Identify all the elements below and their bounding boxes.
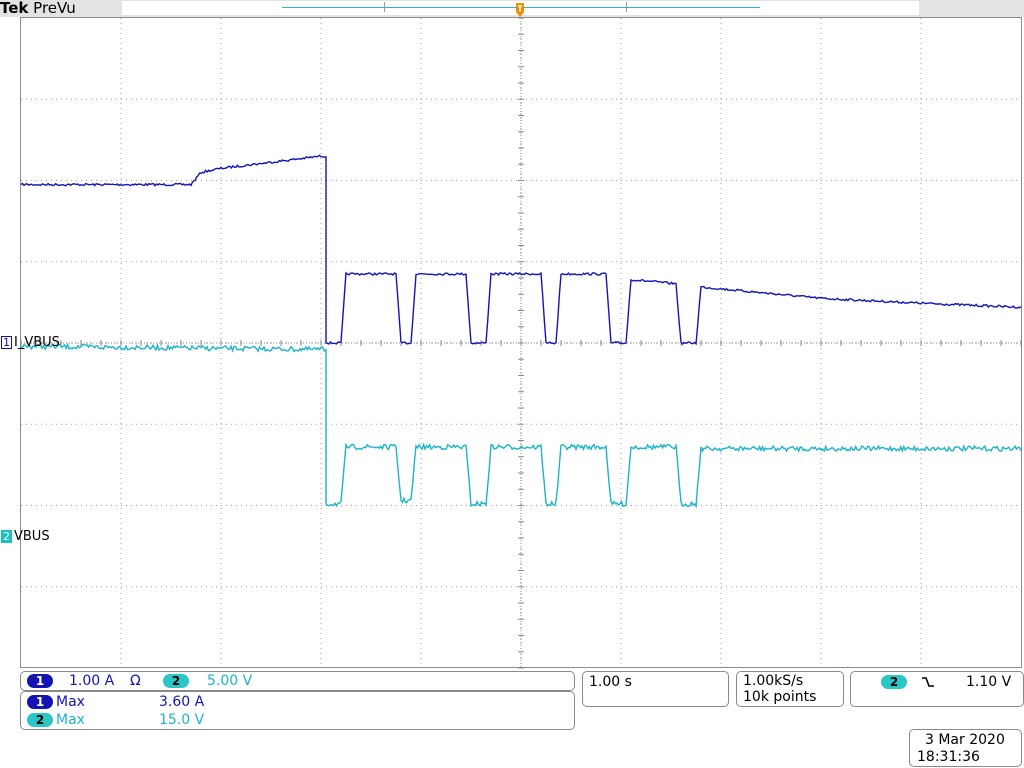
time-per-division: 1.00 s — [589, 674, 632, 690]
measurement-1-badge: 1 — [27, 695, 53, 709]
channel-1-badge: 1 — [27, 674, 53, 688]
measurement-1-name: Max — [56, 694, 85, 710]
sample-rate: 1.00kS/s — [743, 673, 804, 689]
timebase-panel[interactable]: 1.00 s — [582, 671, 729, 707]
channel-2-scale: 5.00 V — [207, 673, 253, 689]
trigger-source-badge: 2 — [881, 675, 907, 689]
falling-edge-icon — [922, 677, 934, 687]
acquisition-panel[interactable]: 1.00kS/s 10k points — [736, 671, 844, 707]
channel-1-label: I_VBUS — [14, 335, 60, 350]
trigger-level: 1.10 V — [966, 674, 1012, 690]
date-time-panel: 3 Mar 2020 18:31:36 — [909, 729, 1022, 767]
ohm-icon: Ω — [130, 673, 141, 689]
channel-1-marker[interactable]: 1 I_VBUS — [1, 336, 60, 349]
channel-2-label: VBUS — [14, 529, 50, 544]
measurement-2-value: 15.0 V — [159, 712, 205, 728]
date-display: 3 Mar 2020 — [925, 732, 1005, 748]
record-length: 10k points — [743, 689, 817, 705]
measurement-1-value: 3.60 A — [159, 694, 205, 710]
measurements-panel[interactable]: 1 Max 3.60 A 2 Max 15.0 V — [20, 691, 575, 730]
graticule-grid — [20, 17, 1022, 669]
channel-1-flag: 1 — [1, 336, 12, 349]
channel-2-flag: 2 — [1, 530, 12, 543]
measurement-2-badge: 2 — [27, 713, 53, 727]
vertical-scale-panel[interactable]: 1 1.00 A Ω 2 5.00 V — [20, 671, 575, 691]
channel-2-marker[interactable]: 2 VBUS — [1, 530, 50, 543]
trigger-panel[interactable]: 2 1.10 V — [850, 671, 1024, 707]
time-display: 18:31:36 — [917, 749, 980, 765]
channel-2-badge: 2 — [163, 674, 189, 688]
measurement-2-name: Max — [56, 712, 85, 728]
channel-1-scale: 1.00 A — [69, 673, 115, 689]
waveform-display[interactable] — [0, 0, 1024, 768]
